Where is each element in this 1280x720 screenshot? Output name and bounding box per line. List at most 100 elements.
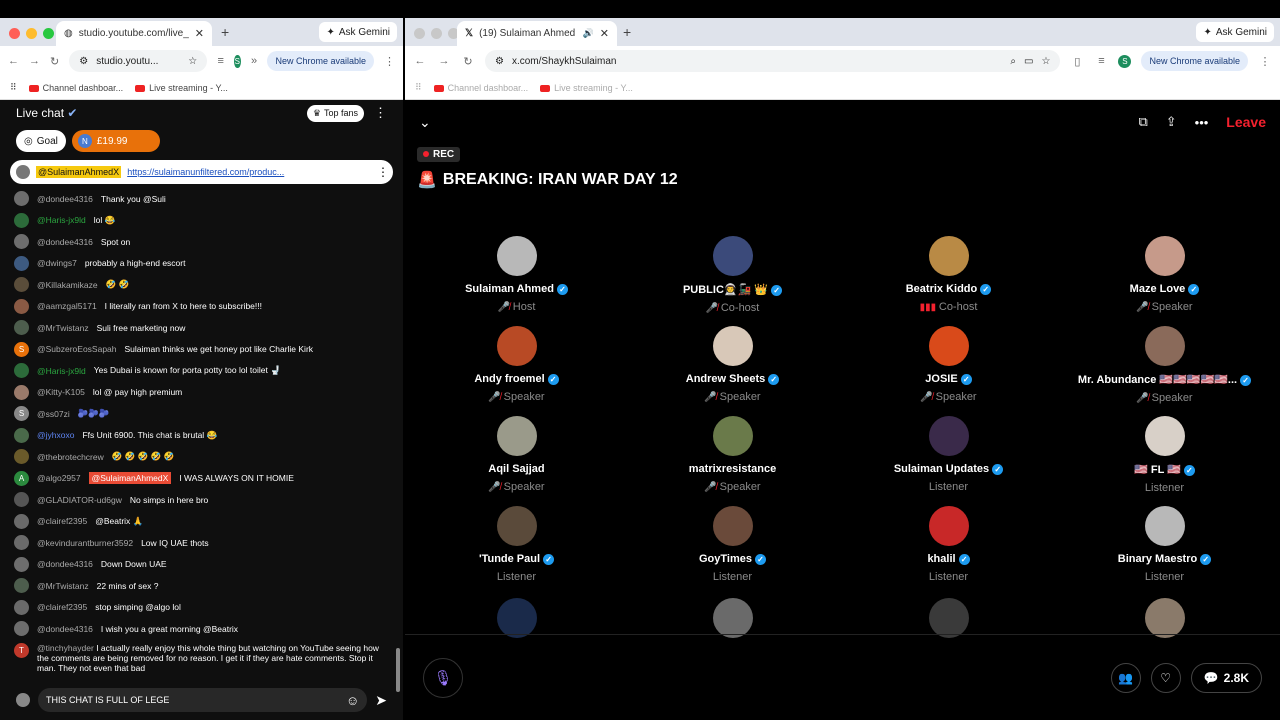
participant[interactable]: Sulaiman Ahmed ✓ 🎤̸ Host bbox=[409, 236, 624, 313]
send-icon[interactable]: ➤ bbox=[375, 692, 387, 709]
pinned-menu-icon[interactable]: ⋮ bbox=[377, 165, 389, 179]
forward-icon[interactable]: → bbox=[29, 55, 40, 67]
forward-icon[interactable]: → bbox=[437, 55, 451, 67]
participant[interactable] bbox=[625, 598, 840, 638]
back-icon[interactable]: ← bbox=[413, 55, 427, 67]
message-author[interactable]: @clairef2395 bbox=[37, 516, 87, 526]
people-button[interactable]: 👥 bbox=[1110, 662, 1141, 693]
message-author[interactable]: @jyhxoxo bbox=[37, 430, 74, 440]
message-author[interactable]: @kevindurantburner3592 bbox=[37, 538, 133, 548]
chat-scrollbar[interactable] bbox=[396, 648, 400, 692]
zoom-icon[interactable]: ⌕ bbox=[1010, 56, 1016, 67]
participant[interactable]: Andy froemel ✓ 🎤̸ Speaker bbox=[409, 326, 624, 403]
participant[interactable]: Binary Maestro ✓ Listener bbox=[1057, 506, 1272, 583]
site-settings-icon[interactable]: ⚙ bbox=[495, 56, 504, 67]
bookmark-item[interactable]: Channel dashboar... bbox=[28, 83, 123, 93]
reading-list-icon[interactable]: ≡ bbox=[1094, 55, 1108, 67]
close-window-button[interactable] bbox=[9, 28, 20, 39]
chat-input[interactable]: THIS CHAT IS FULL OF LEGE ☺ bbox=[38, 688, 368, 712]
participant[interactable]: Mr. Abundance 🇺🇸🇺🇸🇺🇸🇺🇸🇺🇸... ✓ 🎤̸ Speaker bbox=[1057, 326, 1272, 404]
minimize-window-button[interactable] bbox=[431, 28, 442, 39]
reload-icon[interactable]: ↻ bbox=[50, 55, 59, 68]
minimize-window-button[interactable] bbox=[26, 28, 37, 39]
participant[interactable]: JOSIE ✓ 🎤̸ Speaker bbox=[841, 326, 1056, 403]
profile-avatar[interactable]: S bbox=[234, 54, 241, 68]
address-bar[interactable]: ⚙ studio.youtu... ☆ bbox=[69, 50, 208, 72]
participant[interactable]: Sulaiman Updates ✓ Listener bbox=[841, 416, 1056, 493]
message-author[interactable]: @Killakamikaze bbox=[37, 280, 98, 290]
collapse-chevron-icon[interactable]: ⌄ bbox=[419, 114, 431, 131]
participant[interactable] bbox=[409, 598, 624, 638]
participant[interactable]: 'Tunde Paul ✓ Listener bbox=[409, 506, 624, 583]
ask-gemini-button[interactable]: ✦ Ask Gemini bbox=[1196, 22, 1274, 42]
message-author[interactable]: @thebrotechcrew bbox=[37, 452, 104, 462]
chat-menu-icon[interactable]: ⋮ bbox=[374, 105, 387, 121]
menu-kebab-icon[interactable]: ⋮ bbox=[384, 55, 395, 68]
profile-avatar[interactable]: S bbox=[1118, 54, 1132, 68]
more-tools-icon[interactable]: » bbox=[251, 55, 258, 67]
new-chrome-available-button[interactable]: New Chrome available bbox=[1141, 51, 1248, 71]
zoom-window-button[interactable] bbox=[43, 28, 54, 39]
new-tab-button[interactable]: + bbox=[623, 24, 631, 40]
top-fans-button[interactable]: ♛ Top fans bbox=[306, 104, 364, 122]
participant[interactable]: Aqil Sajjad 🎤̸ Speaker bbox=[409, 416, 624, 493]
message-author[interactable]: @dondee4316 bbox=[37, 624, 93, 634]
participant[interactable] bbox=[841, 598, 1056, 638]
message-author[interactable]: @dondee4316 bbox=[37, 237, 93, 247]
participant[interactable]: khalil ✓ Listener bbox=[841, 506, 1056, 583]
message-author[interactable]: @Kitty-K105 bbox=[37, 387, 85, 397]
tab-x-profile[interactable]: 𝕏 (19) Sulaiman Ahmed (@S 🔊 ✕ bbox=[457, 21, 617, 46]
site-settings-icon[interactable]: ⚙ bbox=[79, 56, 88, 67]
participant[interactable]: Andrew Sheets ✓ 🎤̸ Speaker bbox=[625, 326, 840, 403]
bookmark-item[interactable]: Live streaming - Y... bbox=[540, 83, 633, 93]
bookmark-item[interactable]: Live streaming - Y... bbox=[135, 83, 228, 93]
microphone-button[interactable]: 🎙 bbox=[423, 657, 463, 698]
participant[interactable]: matrixresistance 🎤̸ Speaker bbox=[625, 416, 840, 493]
pinned-link[interactable]: https://sulaimanunfiltered.com/produc... bbox=[127, 167, 371, 177]
message-author[interactable]: @aamzgal5171 bbox=[37, 301, 97, 311]
new-chrome-available-button[interactable]: New Chrome available bbox=[267, 51, 374, 71]
pinned-message[interactable]: @SulaimanAhmedX https://sulaimanunfilter… bbox=[10, 160, 393, 184]
superchat-chip[interactable]: N £19.99 bbox=[71, 130, 160, 152]
message-author[interactable]: @algo2957 bbox=[37, 473, 81, 483]
message-author[interactable]: @tinchyhayder bbox=[37, 643, 94, 653]
more-options-icon[interactable]: ••• bbox=[1195, 115, 1209, 130]
cast-icon[interactable]: ▭ bbox=[1024, 56, 1033, 67]
message-author[interactable]: @Haris-jx9ld bbox=[37, 366, 86, 376]
message-author[interactable]: @MrTwistanz bbox=[37, 581, 89, 591]
leave-button[interactable]: Leave bbox=[1226, 114, 1266, 130]
bookmark-item[interactable]: Channel dashboar... bbox=[433, 83, 528, 93]
tab-youtube-studio[interactable]: ◍ studio.youtube.com/live_cha ✕ bbox=[56, 21, 212, 46]
reactions-button[interactable]: ♡ bbox=[1150, 662, 1181, 693]
message-author[interactable]: @dondee4316 bbox=[37, 194, 93, 204]
new-tab-button[interactable]: + bbox=[221, 24, 229, 40]
message-author[interactable]: @Haris-jx9ld bbox=[37, 215, 86, 225]
reload-icon[interactable]: ↻ bbox=[461, 55, 475, 68]
message-author[interactable]: @GLADIATOR-ud6gw bbox=[37, 495, 122, 505]
message-author[interactable]: @ss07zi bbox=[37, 409, 70, 419]
message-author[interactable]: @clairef2395 bbox=[37, 602, 87, 612]
speaker-icon[interactable]: 🔊 bbox=[583, 28, 594, 39]
side-panel-icon[interactable]: ▯ bbox=[1070, 55, 1084, 68]
menu-kebab-icon[interactable]: ⋮ bbox=[1258, 55, 1272, 68]
ask-gemini-button[interactable]: ✦ Ask Gemini bbox=[319, 22, 397, 42]
bookmark-star-icon[interactable]: ☆ bbox=[1041, 56, 1050, 67]
participant[interactable] bbox=[1057, 598, 1272, 638]
apps-icon[interactable]: ⠿ bbox=[415, 82, 422, 93]
apps-icon[interactable]: ⠿ bbox=[10, 82, 17, 93]
replies-button[interactable]: 💬 2.8K bbox=[1190, 662, 1262, 693]
address-bar[interactable]: ⚙ x.com/ShaykhSulaiman ⌕ ▭ ☆ bbox=[485, 50, 1061, 72]
minimize-space-icon[interactable]: ⧉ bbox=[1138, 114, 1147, 130]
message-author[interactable]: @SubzeroEosSapah bbox=[37, 344, 117, 354]
goal-chip[interactable]: ◎ Goal bbox=[16, 130, 66, 152]
close-window-button[interactable] bbox=[414, 28, 425, 39]
close-tab-icon[interactable]: ✕ bbox=[600, 27, 609, 40]
share-icon[interactable]: ⇪ bbox=[1166, 114, 1177, 130]
participant[interactable]: Maze Love ✓ 🎤̸ Speaker bbox=[1057, 236, 1272, 313]
participant[interactable]: GoyTimes ✓ Listener bbox=[625, 506, 840, 583]
message-author[interactable]: @dwings7 bbox=[37, 258, 77, 268]
back-icon[interactable]: ← bbox=[8, 55, 19, 67]
participant[interactable]: Beatrix Kiddo ✓ ▮▮▮ Co-host bbox=[841, 236, 1056, 313]
participant[interactable]: PUBLIC👨‍🚀🚂 👑 ✓ 🎤̸ Co-host bbox=[625, 236, 840, 314]
message-author[interactable]: @dondee4316 bbox=[37, 559, 93, 569]
